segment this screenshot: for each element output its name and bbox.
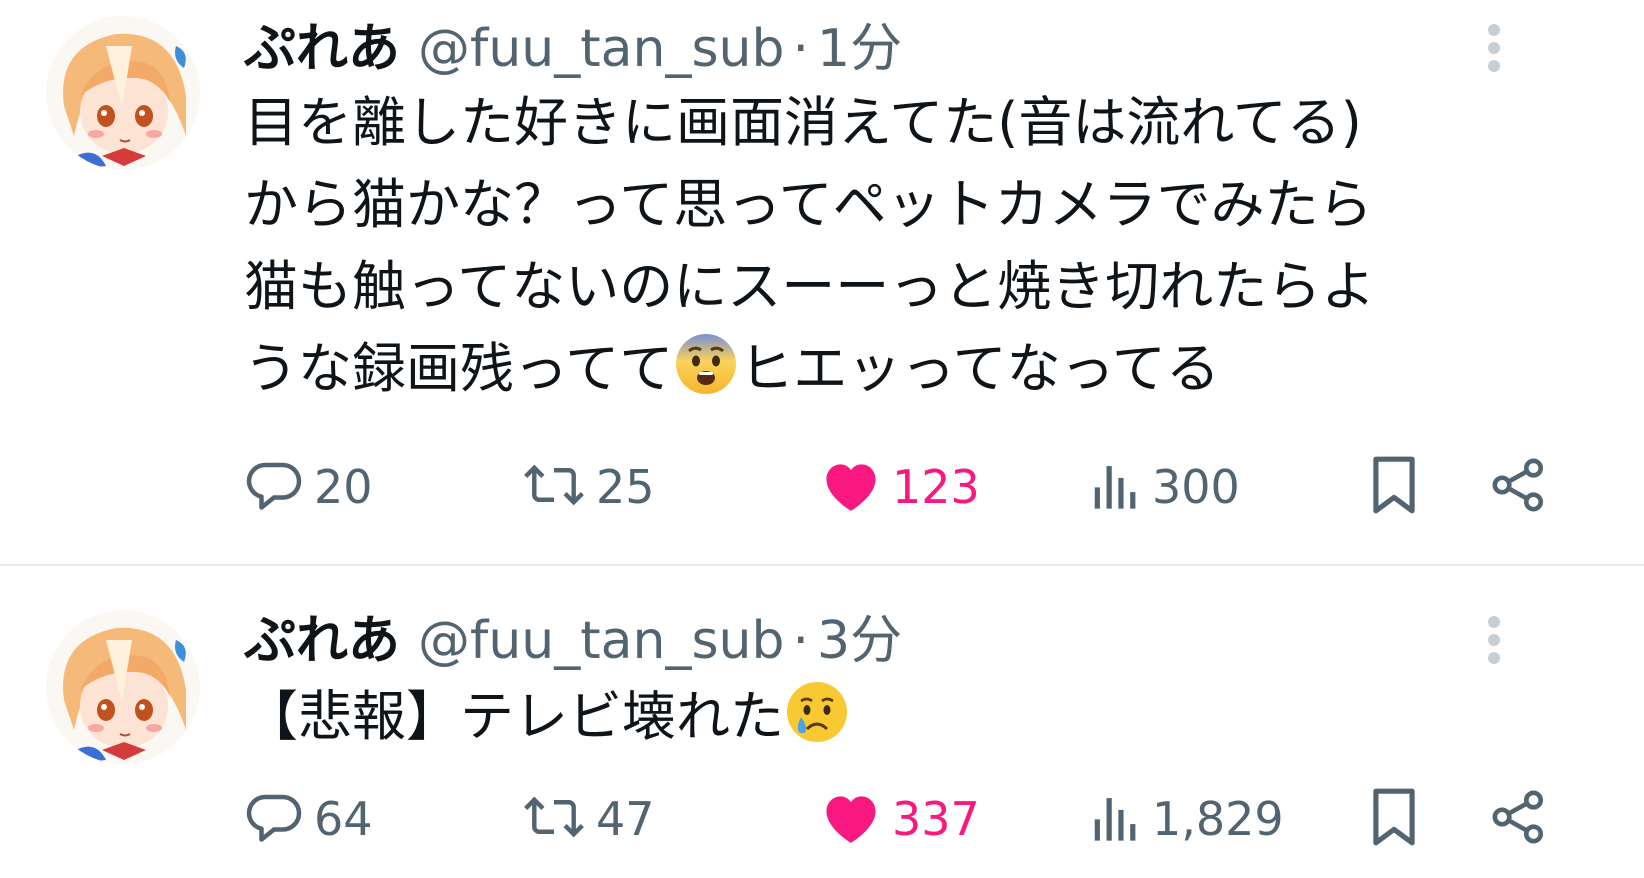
reply-icon (244, 787, 304, 851)
views-button[interactable]: 300 (1090, 452, 1240, 522)
retweet-count: 47 (596, 792, 655, 846)
tweet[interactable]: ぷれあ @fuu_tan_sub · 1分 目を離した好きに画面消えてた(音は流… (0, 0, 1644, 566)
avatar[interactable] (46, 16, 200, 170)
retweet-button[interactable]: 25 (522, 452, 655, 522)
retweet-icon (522, 787, 586, 851)
retweet-icon (522, 455, 586, 519)
tweet-text-line: から猫かな？って思ってペットカメラでみたら (244, 173, 1373, 236)
bookmark-icon (1368, 786, 1420, 852)
timestamp[interactable]: 3分 (817, 598, 902, 673)
fearful-face-emoji (673, 331, 739, 420)
views-icon (1090, 455, 1142, 519)
display-name[interactable]: ぷれあ (244, 6, 400, 81)
heart-icon (820, 787, 882, 851)
more-options-icon[interactable] (1474, 18, 1514, 78)
tweet-text: 目を離した好きに画面消えてた(音は流れてる) から猫かな？って思ってペットカメラで… (244, 82, 1564, 420)
reply-count: 64 (314, 792, 373, 846)
tweet-text: 【悲報】テレビ壊れた (244, 676, 1564, 768)
reply-icon (244, 455, 304, 519)
retweet-count: 25 (596, 460, 655, 514)
heart-icon (820, 455, 882, 519)
tweet-header: ぷれあ @fuu_tan_sub · 1分 (244, 6, 902, 81)
action-bar: 64 47 337 1,829 (244, 784, 1564, 854)
bookmark-button[interactable] (1368, 452, 1420, 522)
bookmark-icon (1368, 454, 1420, 520)
share-icon (1490, 787, 1548, 851)
share-icon (1490, 455, 1548, 519)
separator: · (792, 19, 810, 79)
views-icon (1090, 787, 1142, 851)
retweet-button[interactable]: 47 (522, 784, 655, 854)
tweet-text-line: うな録画残ってて (244, 337, 674, 400)
action-bar: 20 25 123 300 (244, 452, 1564, 522)
avatar[interactable] (46, 610, 200, 764)
like-count: 123 (892, 460, 980, 514)
display-name[interactable]: ぷれあ (244, 598, 400, 673)
views-count: 300 (1152, 460, 1240, 514)
bookmark-button[interactable] (1368, 784, 1420, 854)
like-button[interactable]: 337 (820, 784, 980, 854)
tweet-text-line: 【悲報】テレビ壊れた (244, 685, 784, 748)
more-options-icon[interactable] (1474, 610, 1514, 670)
user-handle[interactable]: @fuu_tan_sub (418, 19, 785, 79)
separator: · (792, 611, 810, 671)
views-count: 1,829 (1152, 792, 1284, 846)
share-button[interactable] (1490, 784, 1548, 854)
timestamp[interactable]: 1分 (817, 6, 902, 81)
tweet-text-line: ヒエッってなってる (739, 337, 1220, 400)
tweet[interactable]: ぷれあ @fuu_tan_sub · 3分 【悲報】テレビ壊れた 64 47 3… (0, 566, 1644, 878)
tweet-text-line: 猫も触ってないのにスーーっと焼き切れたらよ (244, 255, 1376, 318)
share-button[interactable] (1490, 452, 1548, 522)
reply-button[interactable]: 64 (244, 784, 373, 854)
tweet-text-line: 目を離した好きに画面消えてた(音は流れてる) (244, 91, 1362, 154)
reply-button[interactable]: 20 (244, 452, 373, 522)
like-count: 337 (892, 792, 980, 846)
tweet-header: ぷれあ @fuu_tan_sub · 3分 (244, 598, 902, 673)
reply-count: 20 (314, 460, 373, 514)
like-button[interactable]: 123 (820, 452, 980, 522)
user-handle[interactable]: @fuu_tan_sub (418, 611, 785, 671)
views-button[interactable]: 1,829 (1090, 784, 1284, 854)
crying-face-emoji (784, 679, 850, 768)
